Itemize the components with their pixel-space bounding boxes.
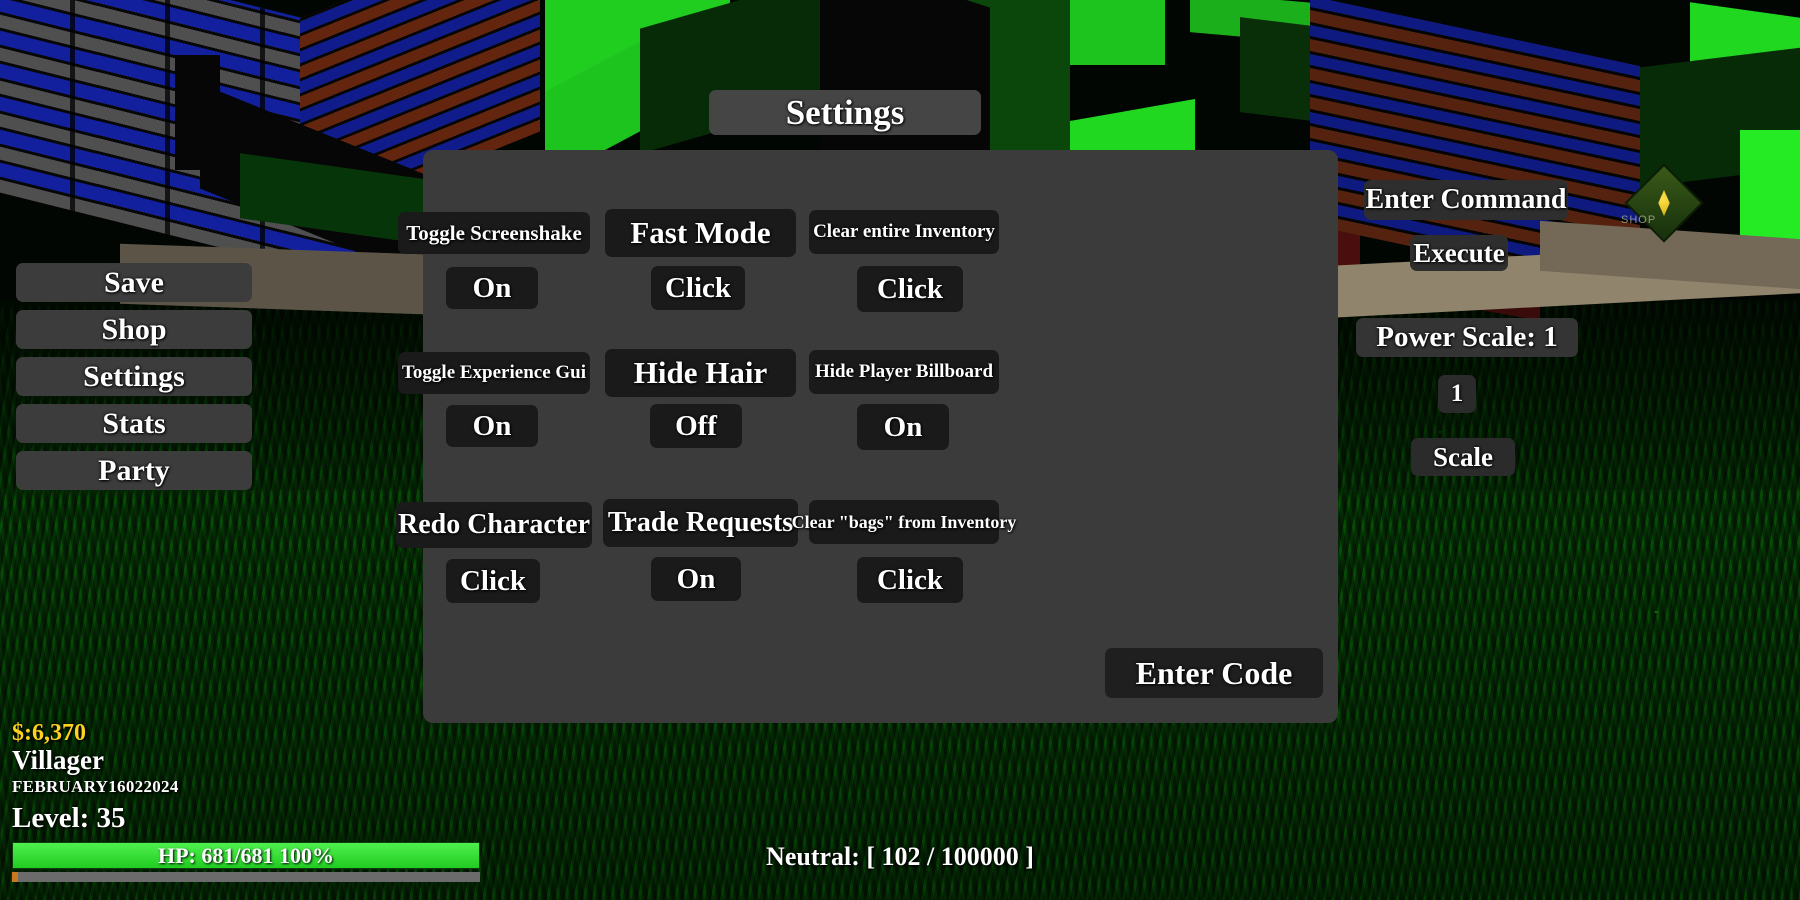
menu-item-party[interactable]: Party — [16, 451, 252, 490]
enter-code-button[interactable]: Enter Code — [1105, 648, 1323, 698]
scale-button[interactable]: Scale — [1411, 438, 1515, 476]
setting-label-trade-requests[interactable]: Trade Requests — [603, 499, 798, 547]
left-menu: Save Shop Settings Stats Party — [16, 263, 252, 498]
settings-title: Settings — [709, 90, 981, 135]
setting-value-redo-character[interactable]: Click — [446, 559, 540, 603]
setting-value-trade-requests[interactable]: On — [651, 557, 741, 601]
setting-clear-entire-inventory: Clear entire Inventory Click — [809, 210, 1109, 320]
menu-item-save[interactable]: Save — [16, 263, 252, 302]
setting-label-toggle-experience-gui[interactable]: Toggle Experience Gui — [398, 352, 590, 394]
setting-label-toggle-screenshake[interactable]: Toggle Screenshake — [398, 212, 590, 254]
setting-label-clear-bags-from-inventory[interactable]: Clear "bags" from Inventory — [792, 500, 1016, 544]
power-scale-label: Power Scale: 1 — [1356, 318, 1578, 357]
hud-class: Villager — [12, 745, 104, 776]
world-block — [1055, 0, 1165, 65]
setting-value-toggle-screenshake[interactable]: On — [446, 267, 538, 309]
execute-button[interactable]: Execute — [1410, 235, 1508, 271]
setting-label-hide-player-billboard[interactable]: Hide Player Billboard — [809, 350, 999, 394]
setting-value-toggle-experience-gui[interactable]: On — [446, 405, 538, 447]
menu-item-stats[interactable]: Stats — [16, 404, 252, 443]
hud-level: Level: 35 — [12, 801, 126, 834]
setting-label-hide-hair[interactable]: Hide Hair — [605, 349, 796, 397]
setting-hide-player-billboard: Hide Player Billboard On — [809, 350, 1109, 460]
secondary-bar — [12, 872, 480, 882]
enter-command-button[interactable]: Enter Command — [1364, 180, 1568, 220]
setting-clear-bags-from-inventory: Clear "bags" from Inventory Click — [792, 500, 1109, 610]
setting-label-clear-entire-inventory[interactable]: Clear entire Inventory — [809, 210, 999, 254]
power-scale-value-input[interactable]: 1 — [1438, 375, 1476, 413]
settings-panel: Toggle Screenshake On Fast Mode Click Cl… — [396, 150, 1338, 723]
setting-value-fast-mode[interactable]: Click — [651, 266, 745, 310]
game-screen: SHOP Save Shop Settings Stats Party Sett… — [0, 0, 1800, 900]
setting-value-clear-entire-inventory[interactable]: Click — [857, 266, 963, 312]
shop-marker-label: SHOP — [1621, 214, 1657, 226]
menu-item-settings[interactable]: Settings — [16, 357, 252, 396]
hud-money: $:6,370 — [12, 720, 86, 747]
setting-value-clear-bags-from-inventory[interactable]: Click — [857, 557, 963, 603]
menu-item-shop[interactable]: Shop — [16, 310, 252, 349]
setting-value-hide-player-billboard[interactable]: On — [857, 404, 949, 450]
setting-value-hide-hair[interactable]: Off — [650, 404, 742, 448]
setting-label-redo-character[interactable]: Redo Character — [396, 502, 592, 548]
hud-date: FEBRUARY16022024 — [12, 777, 179, 797]
hp-bar-text: HP: 681/681 100% — [158, 842, 334, 868]
setting-label-fast-mode[interactable]: Fast Mode — [605, 209, 796, 257]
